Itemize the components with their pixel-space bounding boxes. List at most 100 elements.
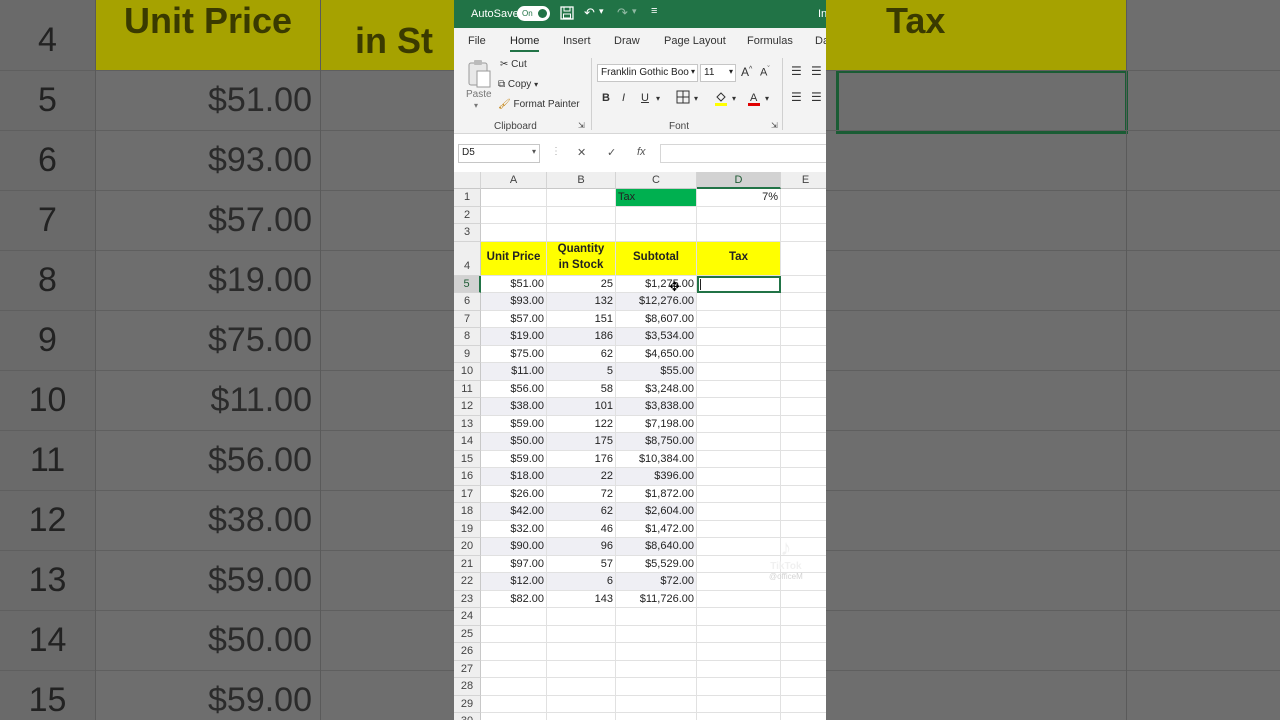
subtotal-cell[interactable]: $1,872.00 bbox=[616, 485, 697, 503]
row-header-1[interactable]: 1 bbox=[454, 189, 481, 207]
tax-cell[interactable] bbox=[697, 503, 781, 521]
row-header-23[interactable]: 23 bbox=[454, 590, 481, 608]
unit-price-cell[interactable]: $12.00 bbox=[481, 573, 547, 591]
unit-price-cell[interactable]: $59.00 bbox=[481, 450, 547, 468]
quantity-cell[interactable]: 96 bbox=[547, 538, 616, 556]
font-name-box[interactable]: Franklin Gothic Boo ▾ bbox=[597, 64, 698, 82]
copy-dropdown-icon[interactable]: ▾ bbox=[534, 80, 538, 89]
tax-cell[interactable] bbox=[697, 398, 781, 416]
tax-cell[interactable] bbox=[697, 468, 781, 486]
cell[interactable] bbox=[781, 311, 826, 328]
decrease-font-icon[interactable]: Aˇ bbox=[760, 66, 770, 79]
paste-dropdown-icon[interactable]: ▾ bbox=[474, 101, 478, 110]
fill-color-dropdown-icon[interactable]: ▾ bbox=[732, 94, 736, 103]
subtotal-cell[interactable]: $10,384.00 bbox=[616, 450, 697, 468]
quantity-cell[interactable]: 5 bbox=[547, 363, 616, 381]
row-header-25[interactable]: 25 bbox=[454, 625, 481, 643]
align-top-icon[interactable]: ☰ bbox=[791, 64, 802, 78]
tax-rate-cell[interactable]: 7% bbox=[697, 189, 781, 207]
unit-price-cell[interactable]: $38.00 bbox=[481, 398, 547, 416]
tab-home[interactable]: Home bbox=[510, 35, 540, 52]
cell[interactable] bbox=[616, 695, 697, 713]
cell[interactable] bbox=[781, 696, 826, 713]
cell[interactable] bbox=[547, 625, 616, 643]
subtotal-cell[interactable]: $5,529.00 bbox=[616, 555, 697, 573]
font-launcher-icon[interactable]: ⇲ bbox=[771, 121, 778, 130]
underline-dropdown-icon[interactable]: ▾ bbox=[656, 94, 660, 103]
cell[interactable] bbox=[616, 224, 697, 242]
row-header-12[interactable]: 12 bbox=[454, 398, 481, 416]
subtotal-cell[interactable]: $1,472.00 bbox=[616, 520, 697, 538]
cell[interactable] bbox=[781, 416, 826, 433]
cell[interactable] bbox=[547, 608, 616, 626]
cell[interactable] bbox=[781, 363, 826, 381]
quantity-cell[interactable]: 46 bbox=[547, 520, 616, 538]
cell[interactable] bbox=[481, 678, 547, 696]
row-header-22[interactable]: 22 bbox=[454, 573, 481, 591]
cell[interactable] bbox=[781, 626, 826, 643]
row-header-26[interactable]: 26 bbox=[454, 643, 481, 661]
cell[interactable] bbox=[616, 206, 697, 224]
customize-qat-icon[interactable]: ≡ bbox=[651, 5, 657, 17]
clipboard-launcher-icon[interactable]: ⇲ bbox=[578, 121, 585, 130]
cell[interactable] bbox=[781, 608, 826, 626]
fill-color-icon[interactable] bbox=[714, 90, 728, 109]
quantity-cell[interactable]: 57 bbox=[547, 555, 616, 573]
tax-cell[interactable] bbox=[697, 485, 781, 503]
unit-price-cell[interactable]: $50.00 bbox=[481, 433, 547, 451]
quantity-cell[interactable]: 22 bbox=[547, 468, 616, 486]
copy-button[interactable]: ⧉ Copy ▾ bbox=[498, 79, 538, 90]
subtotal-cell[interactable]: $396.00 bbox=[616, 468, 697, 486]
tax-cell[interactable] bbox=[697, 590, 781, 608]
tab-file[interactable]: File bbox=[468, 35, 486, 47]
cut-button[interactable]: ✂ Cut bbox=[500, 59, 527, 70]
cell[interactable] bbox=[781, 661, 826, 678]
subtotal-cell[interactable]: $1,275.00 bbox=[616, 275, 697, 293]
align-middle-icon[interactable]: ☰ bbox=[811, 64, 822, 78]
borders-dropdown-icon[interactable]: ▾ bbox=[694, 94, 698, 103]
cell[interactable] bbox=[547, 695, 616, 713]
row-header-5[interactable]: 5 bbox=[454, 275, 481, 293]
row-header-28[interactable]: 28 bbox=[454, 678, 481, 696]
cell[interactable] bbox=[781, 503, 826, 521]
borders-icon[interactable] bbox=[676, 90, 690, 107]
subtotal-cell[interactable]: $11,726.00 bbox=[616, 590, 697, 608]
subtotal-cell[interactable]: $3,838.00 bbox=[616, 398, 697, 416]
save-icon[interactable] bbox=[560, 6, 574, 23]
subtotal-cell[interactable]: $8,750.00 bbox=[616, 433, 697, 451]
tab-insert[interactable]: Insert bbox=[563, 35, 591, 47]
italic-button[interactable]: I bbox=[622, 92, 625, 104]
cell[interactable] bbox=[781, 207, 826, 224]
font-size-box[interactable]: 11 ▾ bbox=[700, 64, 736, 82]
cell[interactable] bbox=[547, 189, 616, 207]
quantity-cell[interactable]: 6 bbox=[547, 573, 616, 591]
tax-cell[interactable] bbox=[697, 380, 781, 398]
cell[interactable] bbox=[781, 224, 826, 242]
cell[interactable] bbox=[697, 608, 781, 626]
quantity-cell[interactable]: 143 bbox=[547, 590, 616, 608]
row-header-30[interactable]: 30 bbox=[454, 713, 481, 720]
tax-cell[interactable] bbox=[697, 293, 781, 311]
quantity-cell[interactable]: 62 bbox=[547, 503, 616, 521]
tax-cell[interactable] bbox=[697, 345, 781, 363]
cell[interactable] bbox=[697, 713, 781, 720]
cell[interactable] bbox=[616, 713, 697, 720]
unit-price-cell[interactable]: $11.00 bbox=[481, 363, 547, 381]
tax-cell[interactable] bbox=[697, 363, 781, 381]
quantity-cell[interactable]: 175 bbox=[547, 433, 616, 451]
cell[interactable] bbox=[697, 660, 781, 678]
cell[interactable] bbox=[697, 643, 781, 661]
tab-page-layout[interactable]: Page Layout bbox=[664, 35, 726, 47]
header-subtotal[interactable]: Subtotal bbox=[616, 241, 697, 276]
quantity-cell[interactable]: 72 bbox=[547, 485, 616, 503]
cell[interactable] bbox=[781, 643, 826, 661]
cell[interactable] bbox=[616, 678, 697, 696]
insert-function-icon[interactable]: fx bbox=[637, 146, 646, 158]
cell[interactable] bbox=[616, 643, 697, 661]
cell[interactable] bbox=[547, 713, 616, 720]
row-header-16[interactable]: 16 bbox=[454, 468, 481, 486]
autosave-toggle[interactable]: On bbox=[517, 6, 550, 21]
cell[interactable] bbox=[547, 678, 616, 696]
row-header-2[interactable]: 2 bbox=[454, 206, 481, 224]
column-header-d[interactable]: D bbox=[697, 172, 781, 189]
